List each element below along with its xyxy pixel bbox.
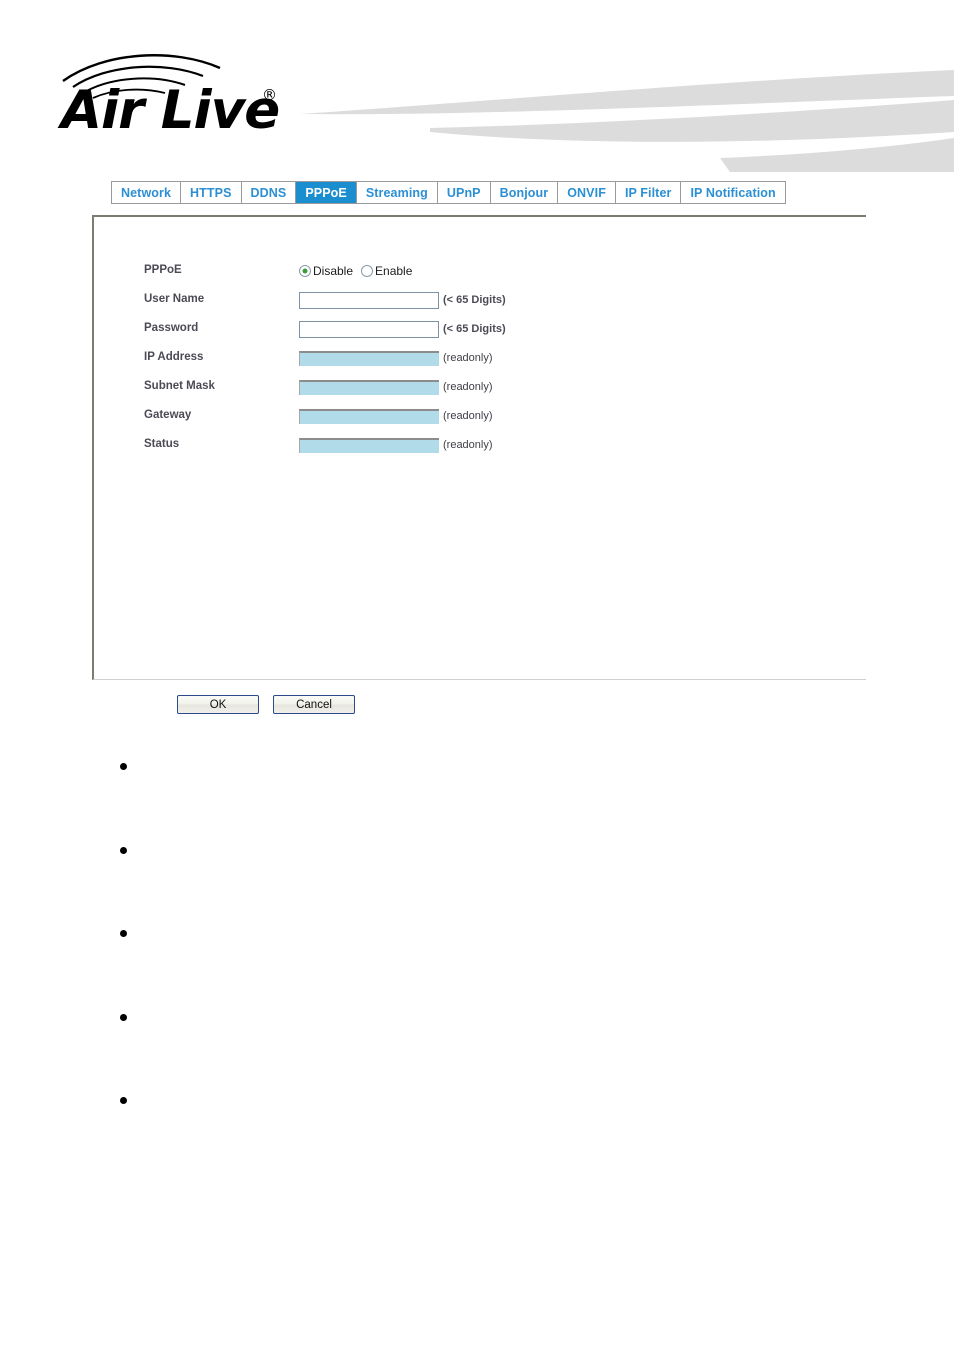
subnet-mask-control: (readonly) [299,375,493,399]
tab-streaming[interactable]: Streaming [356,182,438,203]
svg-text:Air Live: Air Live [57,80,279,136]
bullet-icon [120,1013,127,1021]
description-bullet-list [120,755,820,1173]
settings-tab-bar[interactable]: Network HTTPS DDNS PPPoE Streaming UPnP … [111,181,786,204]
radio-disable-icon[interactable] [299,265,311,277]
radio-enable-icon[interactable] [361,265,374,277]
user-name-input[interactable] [299,291,439,309]
airlive-logo: Air Live ® [55,46,295,141]
label-pppoe: PPPoE [144,264,182,276]
password-control: (< 65 Digits) [299,317,506,341]
header-swoosh-graphic [300,62,954,172]
label-subnet-mask: Subnet Mask [144,380,215,392]
tab-onvif[interactable]: ONVIF [558,182,616,203]
gateway-readonly-field [299,408,439,424]
ok-button[interactable]: OK [177,695,259,714]
label-ip-address: IP Address [144,351,204,363]
tab-ddns[interactable]: DDNS [241,182,297,203]
label-status: Status [144,438,180,450]
svg-text:®: ® [262,86,277,104]
status-hint: (readonly) [443,439,493,451]
label-gateway: Gateway [144,409,192,421]
bullet-icon [120,930,127,937]
subnet-mask-hint: (readonly) [443,381,493,393]
tab-network[interactable]: Network [112,182,182,203]
page-header: Air Live ® [0,0,954,172]
tab-upnp[interactable]: UPnP [437,182,491,203]
cancel-button[interactable]: Cancel [273,695,355,714]
list-item [120,1089,820,1173]
radio-option-disable[interactable]: Disable [299,264,353,278]
status-control: (readonly) [299,433,493,457]
password-hint: (< 65 Digits) [443,323,506,335]
label-password: Password [144,322,199,334]
user-name-control: (< 65 Digits) [299,288,506,312]
radio-disable-label: Disable [313,264,354,278]
password-input[interactable] [299,320,439,338]
user-name-hint: (< 65 Digits) [443,294,506,306]
ip-address-hint: (readonly) [443,352,493,364]
list-item [120,1006,820,1090]
tab-bonjour[interactable]: Bonjour [490,182,559,203]
bullet-icon [120,846,127,854]
pppoe-radio-group[interactable]: Disable Enable [299,259,420,283]
list-item [120,839,820,923]
bullet-icon [120,763,127,770]
tab-pppoe[interactable]: PPPoE [296,182,357,203]
ip-address-control: (readonly) [299,346,493,370]
tab-ip-filter[interactable]: IP Filter [615,182,682,203]
gateway-control: (readonly) [299,404,493,428]
radio-option-enable[interactable]: Enable [361,264,412,278]
gateway-hint: (readonly) [443,410,493,422]
status-readonly-field [299,437,439,453]
tab-https[interactable]: HTTPS [181,182,242,203]
pppoe-settings-panel: PPPoE Disable Enable User Name (< 65 Dig… [92,215,866,680]
tab-ip-notification[interactable]: IP Notification [681,182,785,203]
list-item [120,922,820,1006]
radio-enable-label: Enable [375,264,413,278]
bullet-icon [120,1097,127,1104]
ip-address-readonly-field [299,350,439,366]
label-user-name: User Name [144,293,205,305]
subnet-mask-readonly-field [299,379,439,395]
list-item [120,755,820,839]
form-actions: OK Cancel [177,695,355,714]
